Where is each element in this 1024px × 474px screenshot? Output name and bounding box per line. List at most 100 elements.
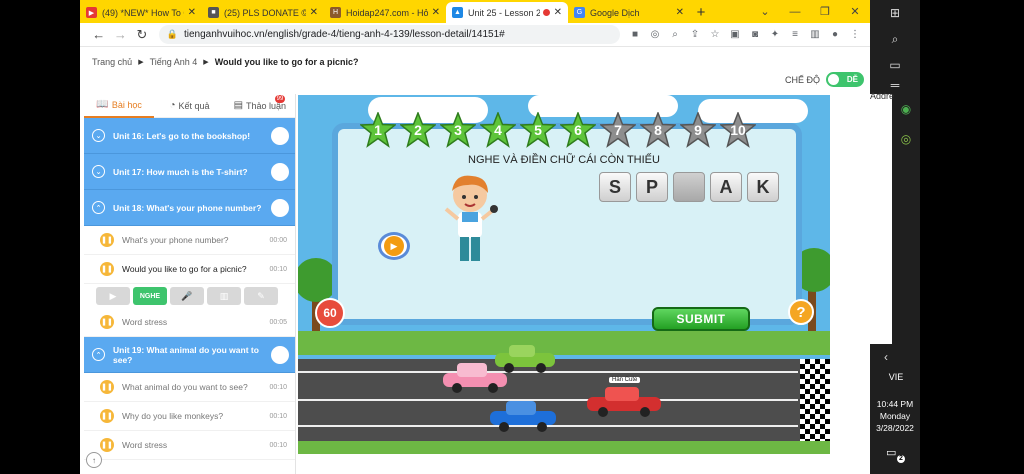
star-pending-icon: 7 [600, 112, 636, 148]
system-clock[interactable]: 10:44 PM Monday 3/28/2022 [872, 398, 918, 434]
browser-tab-translate[interactable]: G Google Dịch ✕ [568, 2, 690, 23]
notification-icon[interactable]: ▭ 2 [886, 446, 905, 463]
unit-18[interactable]: ⌃ Unit 18: What's your phone number? ☺ [84, 190, 295, 226]
chevron-down-icon: ⌄ [92, 165, 105, 178]
countdown-timer: 60 [315, 298, 345, 328]
pause-icon: ❚❚ [100, 380, 114, 394]
list-item[interactable]: ❚❚ Word stress 00:10 [84, 431, 295, 460]
eye-off-icon[interactable]: ◎ [648, 29, 662, 40]
unit-16[interactable]: ⌄ Unit 16: Let's go to the bookshop! ☺ [84, 118, 295, 154]
star-number: 9 [694, 122, 702, 138]
help-button[interactable]: ? [788, 299, 814, 325]
app-icon[interactable]: ◎ [896, 132, 916, 148]
puzzle-icon[interactable]: ✦ [768, 29, 782, 40]
star-completed-icon: 4 [480, 112, 516, 148]
submit-button[interactable]: SUBMIT [652, 307, 750, 331]
share-icon[interactable]: ⇪ [688, 29, 702, 40]
play-audio-button[interactable]: ▶ [378, 232, 410, 260]
unit-17[interactable]: ⌄ Unit 17: How much is the T-shirt? ☺ [84, 154, 295, 190]
tab-label: Bài học [111, 99, 142, 110]
forward-icon[interactable]: → [110, 27, 132, 42]
browser-tab-lesson[interactable]: ▲ Unit 25 - Lesson 2 ✕ [446, 2, 568, 23]
close-icon[interactable]: ✕ [188, 7, 196, 18]
list-item-current[interactable]: ❚❚ Would you like to go for a picnic? 00… [84, 255, 295, 284]
star-number: 8 [654, 122, 662, 138]
chevron-left-icon[interactable]: ‹ [876, 350, 896, 366]
clock-date: 3/28/2022 [876, 423, 914, 433]
scroll-top-button[interactable]: ↑ [86, 452, 102, 468]
letter-tile: S [599, 172, 631, 202]
avatar: ☺ [271, 126, 289, 145]
new-tab-button[interactable]: + [690, 2, 712, 23]
finish-line [800, 359, 830, 441]
recording-icon [542, 9, 550, 16]
close-icon[interactable]: ✕ [554, 7, 562, 18]
camera-icon[interactable]: ■ [628, 29, 642, 40]
play-icon: ▶ [109, 290, 117, 301]
lesson-sidebar: 📖 Bài học ◔ Kết quả ▤ 99 Thảo luận ⌄ Uni… [84, 94, 296, 474]
roblox-icon: ■ [208, 7, 219, 18]
read-button[interactable]: ▥ [207, 287, 241, 305]
incognito-icon[interactable]: ◙ [748, 29, 762, 40]
star-number: 1 [374, 122, 382, 138]
close-icon[interactable]: ✕ [432, 7, 440, 18]
sidepanel-icon[interactable]: ▥ [808, 29, 822, 40]
youtube-icon: ▶ [86, 7, 97, 18]
tab-results[interactable]: ◔ Kết quả [154, 94, 224, 118]
star-completed-icon: 2 [400, 112, 436, 148]
reload-icon[interactable]: ↻ [131, 27, 153, 43]
media-icon[interactable]: ≡ [788, 29, 802, 40]
list-item[interactable]: ❚❚ What animal do you want to see? 00:10 [84, 373, 295, 402]
profile-avatar-icon[interactable]: ● [828, 29, 842, 40]
difficulty-mode: CHẾ ĐỘ DỄ [785, 72, 864, 87]
list-item[interactable]: ❚❚ Word stress 00:05 [84, 308, 295, 337]
toolbar-icons: ■ ◎ ⌕ ⇪ ☆ ▣ ◙ ✦ ≡ ▥ ● ⋮ [628, 29, 862, 40]
browser-tab-roblox[interactable]: ■ (25) PLS DONATE © | ✕ [202, 2, 324, 23]
discussion-badge: 99 [274, 94, 286, 103]
breadcrumb-current: Would you like to go for a picnic? [214, 57, 359, 67]
play-control-button[interactable]: ▶ [96, 287, 130, 305]
extension-icon[interactable]: ▣ [728, 29, 742, 40]
close-window-icon[interactable]: ✕ [840, 5, 870, 18]
language-indicator[interactable]: VIE [878, 372, 914, 382]
search-icon[interactable]: ⌕ [885, 32, 905, 48]
restore-icon[interactable]: ❐ [810, 5, 840, 18]
star-number: 7 [614, 122, 622, 138]
windows-start-icon[interactable]: ⊞ [885, 6, 905, 22]
browser-tab-youtube[interactable]: ▶ (49) *NEW* How To Ge ✕ [80, 2, 202, 23]
tab-discussion[interactable]: ▤ 99 Thảo luận [225, 94, 295, 118]
lock-icon: 🔒 [166, 29, 178, 39]
close-icon[interactable]: ✕ [310, 7, 318, 18]
list-item[interactable]: ❚❚ Why do you like monkeys? 00:10 [84, 402, 295, 431]
tab-search-icon[interactable]: ⌄ [750, 5, 780, 18]
browser-tab-hoidap[interactable]: H Hoidap247.com - Hỏi đ ✕ [324, 2, 446, 23]
blank-letter-input[interactable] [673, 172, 705, 202]
write-button[interactable]: ✎ [244, 287, 278, 305]
race-road [298, 359, 830, 441]
breadcrumb-level[interactable]: Tiếng Anh 4 [150, 57, 198, 67]
tab-label: Kết quả [178, 100, 210, 111]
avatar: ☺ [271, 345, 289, 364]
list-item[interactable]: ❚❚ What's your phone number? 00:00 [84, 226, 295, 255]
lesson-time: 00:10 [269, 412, 287, 420]
minimize-icon[interactable]: — [780, 6, 810, 18]
breadcrumb-home[interactable]: Trang chủ [92, 57, 132, 67]
speak-button[interactable]: 🎤 [170, 287, 204, 305]
chrome-icon[interactable]: ◉ [896, 102, 916, 118]
mode-label: CHẾ ĐỘ [784, 74, 820, 85]
close-icon[interactable]: ✕ [676, 7, 684, 18]
tab-lessons[interactable]: 📖 Bài học [84, 94, 155, 118]
unit-title: Unit 19: What animal do you want to see? [113, 344, 259, 365]
back-icon[interactable]: ← [88, 27, 110, 42]
task-view-icon[interactable]: ▭ [885, 58, 905, 74]
bookmark-star-icon[interactable]: ☆ [708, 29, 722, 40]
listen-button[interactable]: NGHE [133, 287, 167, 305]
tab-title: Hoidap247.com - Hỏi đ [346, 7, 428, 18]
address-bar[interactable]: 🔒 tienganhvuihoc.vn/english/grade-4/tien… [158, 25, 620, 44]
player-car-label: Hàn Cute [609, 377, 641, 383]
kebab-menu-icon[interactable]: ⋮ [848, 29, 862, 40]
lesson-time: 00:10 [269, 265, 287, 273]
mode-toggle[interactable]: DỄ [826, 72, 864, 87]
zoom-icon[interactable]: ⌕ [668, 29, 682, 40]
unit-19[interactable]: ⌃ Unit 19: What animal do you want to se… [84, 337, 295, 373]
